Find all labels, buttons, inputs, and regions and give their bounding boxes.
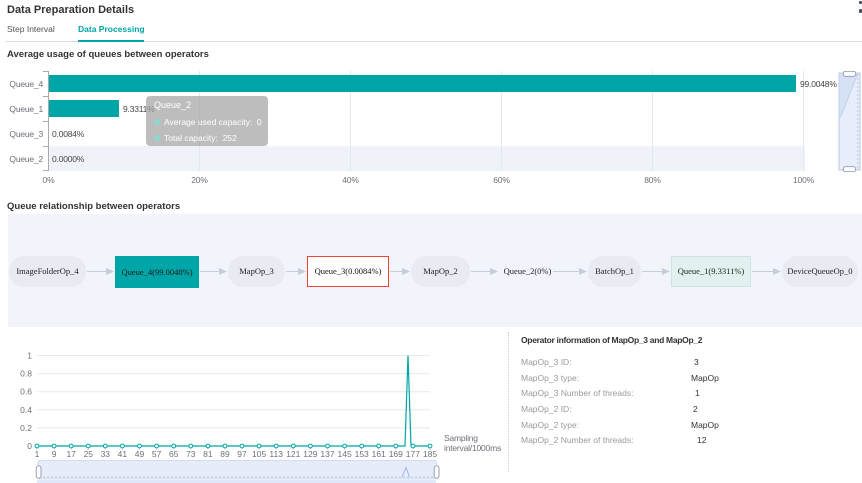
svg-text:0.4: 0.4 (20, 405, 32, 415)
svg-text:0: 0 (27, 441, 32, 451)
svg-text:0.2: 0.2 (20, 423, 32, 433)
svg-text:1: 1 (27, 351, 32, 361)
svg-text:0.8: 0.8 (20, 369, 32, 379)
svg-text:0.6: 0.6 (20, 387, 32, 397)
